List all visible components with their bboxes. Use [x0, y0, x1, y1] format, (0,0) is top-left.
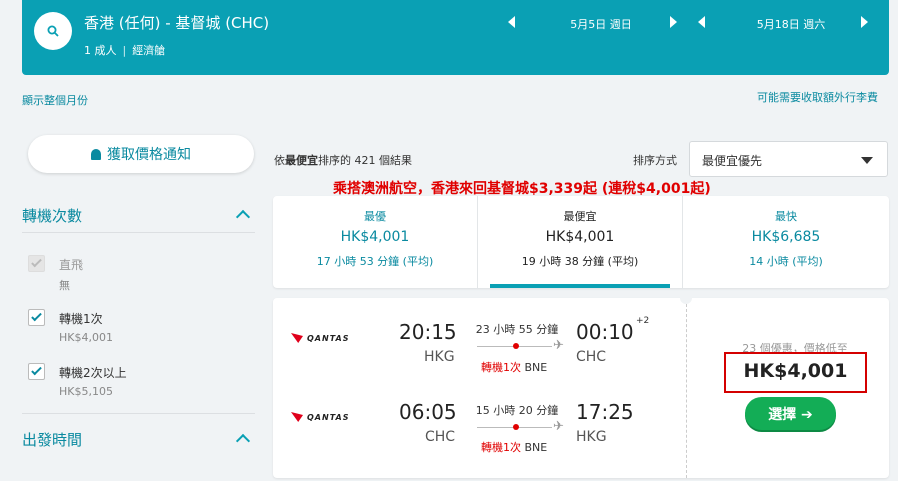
- check-icon: [31, 256, 42, 268]
- next-depart-date-icon[interactable]: [670, 16, 677, 28]
- price-alert-label: 獲取價格通知: [107, 147, 191, 163]
- show-month-link[interactable]: 顯示整個月份: [22, 92, 88, 108]
- arrival-day-offset: +2: [636, 316, 650, 326]
- inbound-arrival-time: 17:25: [576, 400, 634, 424]
- extra-fees-link[interactable]: 可能需要收取額外行李費: [757, 89, 878, 105]
- airline-name: QANTAS: [307, 333, 350, 343]
- select-button[interactable]: 選擇 ➔: [745, 397, 836, 430]
- direct-price: 無: [59, 279, 70, 292]
- depart-date[interactable]: 5月5日 週日: [526, 16, 676, 32]
- kangaroo-icon: [291, 412, 303, 422]
- inbound-departure-airport: CHC: [425, 429, 456, 445]
- direct-checkbox: [28, 255, 45, 272]
- tab-price: HK$4,001: [545, 229, 615, 245]
- card-divider: [686, 304, 687, 478]
- two-plus-stops-price: HK$5,105: [59, 385, 113, 398]
- two-plus-stops-checkbox[interactable]: [28, 363, 45, 380]
- chevron-up-icon[interactable]: [235, 209, 251, 225]
- return-date[interactable]: 5月18日 週六: [716, 16, 866, 32]
- search-button[interactable]: [34, 12, 72, 50]
- stop-dot: [513, 343, 519, 349]
- stop-count: 轉機1次: [481, 441, 521, 454]
- airline-name: QANTAS: [307, 412, 350, 422]
- airline-logo: QANTAS: [291, 412, 349, 422]
- tab-duration: 19 小時 38 分鐘 (平均): [521, 255, 639, 268]
- outbound-departure-airport: HKG: [424, 349, 455, 365]
- outbound-duration: 23 小時 55 分鐘: [475, 323, 559, 336]
- tab-duration: 14 小時 (平均): [749, 255, 823, 268]
- active-tab-indicator: [490, 284, 670, 288]
- stop-count: 轉機1次: [481, 361, 521, 374]
- result-count-prefix: 依: [274, 154, 285, 167]
- stops-filter-title[interactable]: 轉機次數: [22, 205, 82, 226]
- one-stop-checkbox[interactable]: [28, 309, 45, 326]
- sort-dropdown[interactable]: 最便宜優先: [689, 141, 888, 177]
- result-count-sort: 最便宜: [285, 154, 318, 167]
- divider: [22, 232, 255, 233]
- one-stop-price: HK$4,001: [59, 331, 113, 344]
- tab-price: HK$6,685: [751, 229, 821, 245]
- plane-icon: ✈: [553, 419, 564, 434]
- sort-value: 最便宜優先: [702, 154, 763, 168]
- price-alert-button[interactable]: 獲取價格通知: [28, 135, 254, 173]
- prev-depart-date-icon[interactable]: [508, 16, 515, 28]
- sort-tabs: 最優 HK$4,001 17 小時 53 分鐘 (平均) 最便宜 HK$4,00…: [273, 196, 889, 288]
- check-icon: [31, 310, 42, 322]
- result-count-suffix: 排序的 421 個結果: [318, 154, 412, 167]
- tab-best[interactable]: 最優 HK$4,001 17 小時 53 分鐘 (平均): [273, 196, 477, 288]
- tab-title: 最快: [775, 210, 797, 223]
- outbound-arrival-airport: CHC: [576, 349, 607, 365]
- airline-logo: QANTAS: [291, 333, 349, 343]
- stop-airport: BNE: [524, 441, 548, 454]
- inbound-departure-time: 06:05: [399, 400, 457, 424]
- direct-label: 直飛: [59, 258, 84, 272]
- tab-title: 最優: [364, 210, 386, 223]
- promo-banner: 乘搭澳洲航空，香港來回基督城$3,339起 (連稅$4,001起): [333, 181, 711, 197]
- sort-label: 排序方式: [633, 154, 677, 167]
- stop-dot: [513, 424, 519, 430]
- cabin-class: 經濟艙: [132, 44, 166, 57]
- kangaroo-icon: [291, 333, 303, 343]
- plane-icon: ✈: [553, 338, 564, 353]
- departure-time-filter-title[interactable]: 出發時間: [22, 429, 82, 450]
- inbound-arrival-airport: HKG: [576, 429, 607, 445]
- depart-date-picker[interactable]: 5月5日 週日: [508, 14, 698, 34]
- tab-fastest[interactable]: 最快 HK$6,685 14 小時 (平均): [683, 196, 889, 288]
- flight-price: HK$4,001: [743, 360, 848, 382]
- one-stop-label[interactable]: 轉機1次: [59, 310, 103, 327]
- chevron-up-icon[interactable]: [235, 433, 251, 449]
- inbound-stops: 轉機1次 BNE: [481, 439, 547, 455]
- tab-price: HK$4,001: [340, 229, 410, 245]
- outbound-stops: 轉機1次 BNE: [481, 359, 547, 375]
- outbound-departure-time: 20:15: [399, 320, 457, 344]
- tab-cheapest[interactable]: 最便宜 HK$4,001 19 小時 38 分鐘 (平均): [478, 196, 682, 288]
- result-count: 依最便宜排序的 421 個結果: [274, 152, 412, 168]
- check-icon: [31, 364, 42, 376]
- two-plus-stops-label[interactable]: 轉機2次以上: [59, 364, 127, 381]
- tab-duration: 17 小時 53 分鐘 (平均): [316, 255, 434, 268]
- passenger-cabin-summary[interactable]: 1 成人 | 經濟艙: [84, 42, 165, 58]
- return-date-picker[interactable]: 5月18日 週六: [698, 14, 888, 34]
- prev-return-date-icon[interactable]: [698, 16, 705, 28]
- passenger-count: 1 成人: [84, 44, 117, 57]
- separator: |: [122, 44, 127, 57]
- tab-title: 最便宜: [563, 210, 597, 223]
- stop-airport: BNE: [524, 361, 548, 374]
- outbound-arrival-time: 00:10: [576, 320, 634, 344]
- chevron-down-icon: [861, 157, 873, 164]
- next-return-date-icon[interactable]: [861, 16, 868, 28]
- divider: [22, 413, 255, 414]
- card-notch: [680, 292, 692, 304]
- route-title[interactable]: 香港 (任何) - 基督城 (CHC): [84, 12, 269, 33]
- bell-icon: [91, 148, 101, 160]
- inbound-duration: 15 小時 20 分鐘: [475, 404, 559, 417]
- search-icon: [47, 25, 59, 37]
- search-header[interactable]: 香港 (任何) - 基督城 (CHC) 1 成人 | 經濟艙 5月5日 週日 5月1…: [22, 0, 889, 75]
